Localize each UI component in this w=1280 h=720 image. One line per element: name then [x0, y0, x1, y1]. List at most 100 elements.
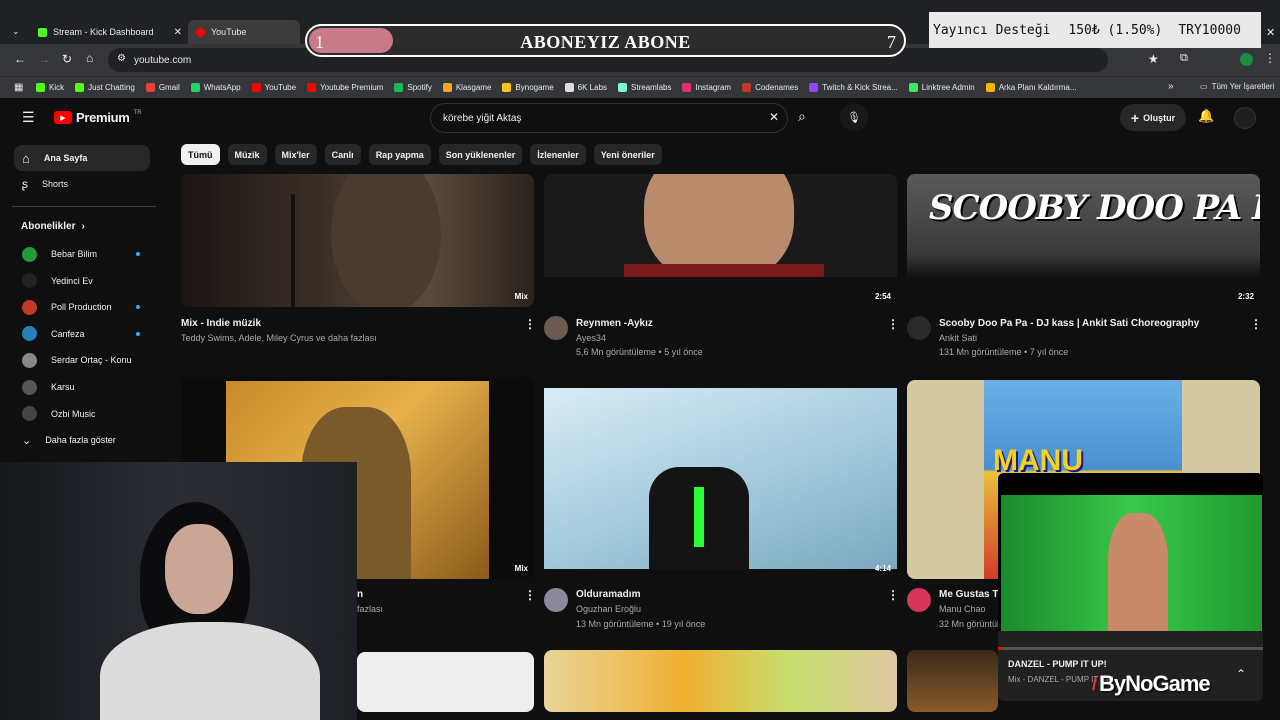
video-thumbnail[interactable]: SCOOBY DOO PA PA 2:32: [907, 174, 1260, 307]
thumbnail-microphone: [291, 194, 295, 307]
bookmark-item[interactable]: Codenames: [742, 83, 798, 92]
video-thumbnail[interactable]: 4:14: [544, 377, 897, 579]
video-title[interactable]: Me Gustas T: [939, 589, 998, 600]
subscriptions-header[interactable]: Abonelikler ›: [21, 221, 85, 232]
bookmark-item[interactable]: Instagram: [682, 83, 731, 92]
filter-chip[interactable]: Canlı: [324, 144, 361, 165]
notifications-bell-icon[interactable]: 🔔: [1198, 108, 1214, 124]
profile-avatar[interactable]: [1240, 53, 1253, 66]
bookmark-item[interactable]: Spotify: [394, 83, 432, 92]
video-channel[interactable]: Teddy Swims, Adele, Miley Cyrus ve daha …: [181, 333, 377, 343]
tab-search-icon[interactable]: ⌄: [12, 26, 20, 37]
filter-chip[interactable]: Mix'ler: [274, 144, 317, 165]
filter-chip[interactable]: Yeni öneriler: [593, 144, 662, 165]
bookmark-item[interactable]: Kick: [36, 83, 64, 92]
subscription-item[interactable]: Bebar Bilim: [14, 241, 150, 267]
video-channel[interactable]: Ankit Sati: [939, 333, 977, 343]
video-title[interactable]: n: [357, 589, 363, 600]
filter-chip[interactable]: Son yüklenenler: [438, 144, 523, 165]
youtube-logo[interactable]: ▶ Premium TR: [54, 110, 142, 125]
logo-country: TR: [133, 110, 142, 116]
subscription-item[interactable]: Canfeza: [14, 321, 150, 347]
filter-chip[interactable]: Tümü: [181, 144, 220, 165]
sidebar-item-shorts[interactable]: ʂ Shorts: [14, 171, 150, 197]
video-channel[interactable]: fazlası: [357, 604, 383, 614]
video-thumbnail[interactable]: [907, 650, 998, 712]
channel-avatar[interactable]: [544, 588, 568, 612]
bookmark-item[interactable]: Twitch & Kick Strea...: [809, 83, 898, 92]
video-title[interactable]: Olduramadım: [576, 589, 640, 600]
bookmark-item[interactable]: 6K Labs: [564, 83, 607, 92]
account-avatar[interactable]: [1234, 107, 1256, 129]
bookmark-item[interactable]: Linktree Admin: [908, 83, 975, 92]
video-menu-icon[interactable]: ⋮: [887, 588, 899, 602]
miniplayer[interactable]: DANZEL - PUMP IT UP! Mix - DANZEL - PUMP…: [998, 473, 1263, 701]
video-thumbnail[interactable]: [357, 652, 534, 712]
video-thumbnail[interactable]: Mix: [181, 174, 534, 307]
video-menu-icon[interactable]: ⋮: [524, 317, 536, 331]
video-channel[interactable]: Ayes34: [576, 333, 606, 343]
more-bookmarks-icon[interactable]: »: [1168, 81, 1174, 92]
bookmark-item[interactable]: WhatsApp: [190, 83, 241, 92]
subscription-name: Bebar Bilim: [51, 249, 98, 259]
reload-icon[interactable]: ↻: [62, 52, 72, 66]
video-thumbnail[interactable]: 2:54: [544, 174, 897, 307]
tab-youtube[interactable]: YouTube: [188, 20, 300, 44]
channel-avatar: [22, 326, 37, 342]
window-close-icon[interactable]: ✕: [1266, 26, 1275, 39]
bookmark-item[interactable]: Just Chatting: [75, 83, 135, 92]
home-icon[interactable]: ⌂: [86, 51, 93, 65]
bookmark-item[interactable]: Youtube Premium: [307, 83, 383, 92]
video-title[interactable]: Scooby Doo Pa Pa - DJ kass | Ankit Sati …: [939, 318, 1199, 329]
video-channel[interactable]: Oguzhan Eroğlu: [576, 604, 641, 614]
bookmark-item[interactable]: Streamlabs: [618, 83, 671, 92]
forward-icon[interactable]: →: [38, 52, 50, 66]
clear-search-icon[interactable]: ✕: [769, 110, 779, 124]
miniplayer-expand-icon[interactable]: ⌃: [1236, 667, 1246, 681]
video-channel[interactable]: Manu Chao: [939, 604, 986, 614]
channel-avatar[interactable]: [544, 316, 568, 340]
bookmark-item[interactable]: Bynogame: [502, 83, 554, 92]
menu-icon[interactable]: ⋮: [1264, 51, 1276, 65]
subscription-item[interactable]: Karsu: [14, 374, 150, 400]
create-button[interactable]: + Oluştur: [1120, 104, 1186, 131]
tab-kick-dashboard[interactable]: Stream - Kick Dashboard ✕: [30, 20, 188, 44]
miniplayer-progress[interactable]: [998, 647, 1263, 650]
video-stats: 13 Mn görüntüleme • 19 yıl önce: [576, 619, 706, 629]
subscription-item[interactable]: Ozbi Music: [14, 401, 150, 427]
video-title[interactable]: Reynmen -Aykız: [576, 318, 653, 329]
video-menu-icon[interactable]: ⋮: [1250, 317, 1262, 331]
video-menu-icon[interactable]: ⋮: [887, 317, 899, 331]
channel-avatar[interactable]: [907, 588, 931, 612]
video-title[interactable]: Mix - Indie müzik: [181, 318, 261, 329]
search-input[interactable]: körebe yiğit Aktaş ✕: [430, 103, 788, 133]
bookmark-item[interactable]: Arka Planı Kaldırma...: [985, 83, 1077, 92]
search-icon[interactable]: ⌕: [798, 108, 806, 125]
filter-chip[interactable]: İzlenenler: [530, 144, 586, 165]
filter-chip[interactable]: Müzik: [227, 144, 267, 165]
subscription-item[interactable]: Poll Production: [14, 294, 150, 320]
bookmark-item[interactable]: Klasgame: [442, 83, 491, 92]
sidebar-item-home[interactable]: ⌂ Ana Sayfa: [14, 145, 150, 171]
bookmark-favicon-icon: [251, 83, 261, 92]
miniplayer-progress-fill: [998, 647, 1002, 650]
voice-search-icon[interactable]: 🎙: [840, 103, 868, 131]
hamburger-menu-icon[interactable]: ☰: [22, 109, 35, 126]
all-bookmarks-folder[interactable]: ▭ Tüm Yer İşaretleri: [1200, 82, 1274, 91]
bookmark-item[interactable]: YouTube: [251, 83, 296, 92]
bookmark-star-icon[interactable]: ★: [1148, 52, 1159, 66]
subscription-item[interactable]: Serdar Ortaç - Konu: [14, 347, 150, 373]
miniplayer-video[interactable]: [998, 473, 1263, 631]
bookmark-item[interactable]: Gmail: [145, 83, 180, 92]
extensions-icon[interactable]: ⧉: [1180, 52, 1188, 65]
show-more-button[interactable]: ⌄ Daha fazla göster: [14, 427, 150, 453]
video-thumbnail[interactable]: [544, 650, 897, 712]
close-tab-icon[interactable]: ✕: [174, 27, 182, 38]
channel-avatar[interactable]: [907, 316, 931, 340]
back-icon[interactable]: ←: [14, 52, 26, 66]
site-info-icon[interactable]: ⚙: [117, 53, 126, 64]
video-menu-icon[interactable]: ⋮: [524, 588, 536, 602]
filter-chip[interactable]: Rap yapma: [368, 144, 431, 165]
subscription-item[interactable]: Yedinci Ev: [14, 268, 150, 294]
apps-grid-icon[interactable]: ▦: [14, 82, 23, 93]
